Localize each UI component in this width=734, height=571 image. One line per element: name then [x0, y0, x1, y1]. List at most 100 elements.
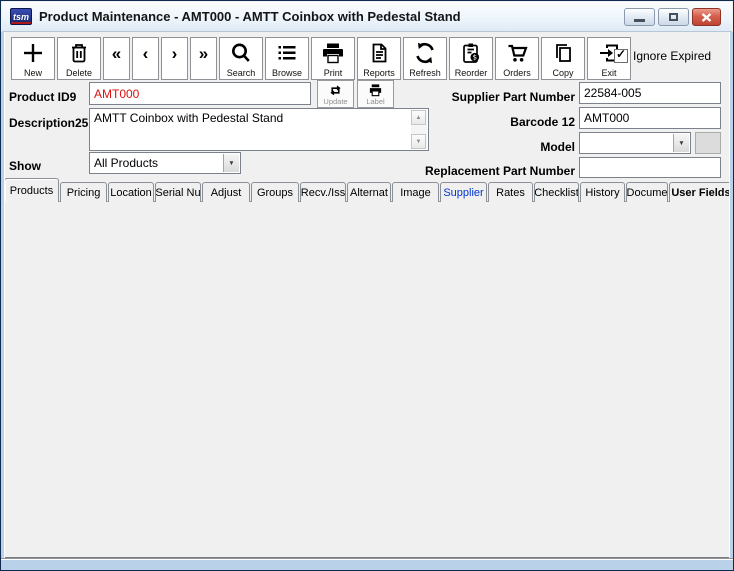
- description-textarea[interactable]: AMTT Coinbox with Pedestal Stand ▲ ▼: [89, 108, 429, 151]
- window-controls: [624, 8, 721, 26]
- description-label: Description25: [9, 116, 88, 130]
- ignore-expired-checkbox[interactable]: Ignore Expired: [614, 47, 711, 65]
- clipboard-dollar-icon: $: [459, 41, 483, 65]
- product-maintenance-window: tsm Product Maintenance - AMT000 - AMTT …: [0, 0, 734, 571]
- print-button-label: Print: [324, 68, 343, 78]
- browse-button-label: Browse: [272, 68, 302, 78]
- window-border-left: [1, 32, 5, 558]
- shopping-cart-icon: [505, 41, 529, 65]
- main-toolbar: New Delete « ‹ › » Search Browse Print R…: [11, 37, 631, 80]
- tab-history[interactable]: History: [580, 182, 625, 202]
- update-button-label: Update: [323, 98, 347, 106]
- show-select-value: All Products: [94, 156, 158, 170]
- reorder-button[interactable]: $ Reorder: [449, 37, 493, 80]
- barcode-label: Barcode 12: [421, 115, 575, 129]
- new-button[interactable]: New: [11, 37, 55, 80]
- replacement-part-number-label: Replacement Part Number: [416, 164, 575, 178]
- update-refresh-icon: [328, 83, 343, 98]
- tab-strip: Products Pricing Location Serial Nu Adju…: [4, 178, 734, 202]
- products-tab-panel: [3, 201, 732, 558]
- tab-alternate[interactable]: Alternat: [347, 182, 391, 202]
- first-record-button[interactable]: «: [103, 37, 130, 80]
- copy-icon: [551, 41, 575, 65]
- plus-icon: [21, 41, 45, 65]
- label-printer-icon: [368, 83, 383, 98]
- delete-button-label: Delete: [66, 68, 92, 78]
- last-record-button[interactable]: »: [190, 37, 217, 80]
- barcode-field[interactable]: AMT000: [579, 107, 721, 129]
- tsm-logo-text: tsm: [13, 12, 29, 22]
- refresh-icon: [413, 41, 437, 65]
- refresh-button[interactable]: Refresh: [403, 37, 447, 80]
- copy-button-label: Copy: [552, 68, 573, 78]
- first-record-icon: «: [112, 47, 121, 61]
- maximize-button[interactable]: [658, 8, 689, 26]
- close-button[interactable]: [692, 8, 721, 26]
- minimize-icon: [634, 19, 645, 22]
- tab-checklist[interactable]: Checklist: [534, 182, 579, 202]
- previous-record-icon: ‹: [143, 47, 149, 61]
- tab-location[interactable]: Location: [108, 182, 154, 202]
- tab-serial-numbers[interactable]: Serial Nu: [155, 182, 201, 202]
- tab-groups[interactable]: Groups: [251, 182, 299, 202]
- replacement-part-number-field[interactable]: [579, 157, 721, 178]
- orders-button[interactable]: Orders: [495, 37, 539, 80]
- model-select[interactable]: ▼: [579, 132, 691, 154]
- tab-adjust[interactable]: Adjust: [202, 182, 250, 202]
- browse-button[interactable]: Browse: [265, 37, 309, 80]
- window-title: Product Maintenance - AMT000 - AMTT Coin…: [39, 9, 461, 24]
- show-select[interactable]: All Products ▼: [89, 152, 241, 174]
- search-icon: [229, 41, 253, 65]
- copy-button[interactable]: Copy: [541, 37, 585, 80]
- model-label: Model: [421, 140, 575, 154]
- description-text: AMTT Coinbox with Pedestal Stand: [94, 111, 408, 125]
- reorder-button-label: Reorder: [455, 68, 488, 78]
- svg-text:$: $: [473, 54, 477, 62]
- list-icon: [275, 41, 299, 65]
- tsm-logo-icon: tsm: [10, 8, 32, 25]
- last-record-icon: »: [199, 47, 208, 61]
- next-record-icon: ›: [172, 47, 178, 61]
- maximize-icon: [669, 13, 678, 21]
- tab-user-fields[interactable]: User Fields: [669, 182, 733, 202]
- printer-icon: [321, 41, 345, 65]
- tab-recv-iss[interactable]: Recv./Iss: [300, 182, 346, 202]
- document-icon: [367, 41, 391, 65]
- window-border-bottom: [1, 558, 733, 570]
- refresh-button-label: Refresh: [409, 68, 441, 78]
- supplier-part-number-label: Supplier Part Number: [421, 90, 575, 104]
- new-button-label: New: [24, 68, 42, 78]
- exit-button-label: Exit: [601, 68, 616, 78]
- trash-icon: [67, 41, 91, 65]
- orders-button-label: Orders: [503, 68, 531, 78]
- chevron-down-icon: ▼: [223, 154, 239, 172]
- reports-button[interactable]: Reports: [357, 37, 401, 80]
- update-button[interactable]: Update: [317, 80, 354, 108]
- tab-supplier[interactable]: Supplier: [440, 182, 487, 202]
- reports-button-label: Reports: [363, 68, 395, 78]
- tab-products[interactable]: Products: [4, 178, 59, 202]
- search-button[interactable]: Search: [219, 37, 263, 80]
- delete-button[interactable]: Delete: [57, 37, 101, 80]
- tab-rates[interactable]: Rates: [488, 182, 533, 202]
- print-button[interactable]: Print: [311, 37, 355, 80]
- model-browse-button[interactable]: [695, 132, 721, 154]
- label-button[interactable]: Label: [357, 80, 394, 108]
- title-bar: tsm Product Maintenance - AMT000 - AMTT …: [2, 2, 732, 32]
- label-button-label: Label: [366, 98, 384, 106]
- show-label: Show: [9, 159, 41, 173]
- tab-pricing[interactable]: Pricing: [60, 182, 107, 202]
- product-id-label: Product ID9: [9, 90, 76, 104]
- ignore-expired-checkbox-box: [614, 49, 628, 63]
- previous-record-button[interactable]: ‹: [132, 37, 159, 80]
- chevron-down-icon: ▼: [673, 134, 689, 152]
- supplier-part-number-field[interactable]: 22584-005: [579, 82, 721, 104]
- tab-documents[interactable]: Docume: [626, 182, 668, 202]
- search-button-label: Search: [227, 68, 256, 78]
- ignore-expired-label: Ignore Expired: [633, 49, 711, 63]
- next-record-button[interactable]: ›: [161, 37, 188, 80]
- close-icon: [701, 13, 712, 22]
- tab-image[interactable]: Image: [392, 182, 439, 202]
- product-id-field[interactable]: AMT000: [89, 82, 311, 105]
- minimize-button[interactable]: [624, 8, 655, 26]
